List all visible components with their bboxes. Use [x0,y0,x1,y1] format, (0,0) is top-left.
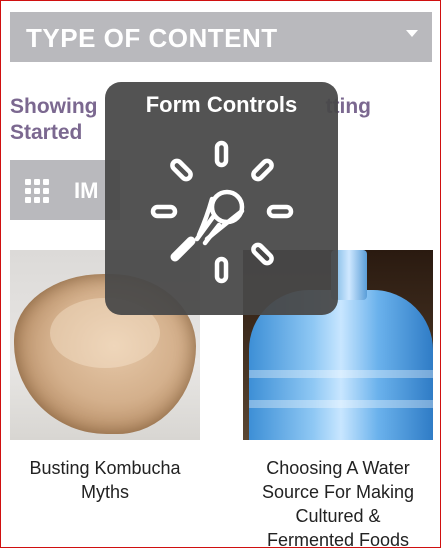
view-toggle-label: IM [74,178,99,203]
water-title-line3: Cultured & [295,506,381,526]
hud-title: Form Controls [145,92,298,117]
showing-line2: Started [10,121,83,144]
kombucha-article-title[interactable]: Busting Kombucha Myths [10,456,200,504]
grid-icon [25,179,49,203]
kombucha-title-line2: Myths [80,482,129,502]
form-controls-hud: Form Controls [105,82,338,315]
type-of-content-dropdown[interactable]: TYPE OF CONTENT [10,12,432,62]
jug-ring [249,400,433,408]
water-title-line1: Choosing A Water [266,458,410,478]
type-of-content-label: TYPE OF CONTENT [26,23,278,53]
view-toggle-button[interactable]: IM [10,160,120,220]
kombucha-title-line1: Busting Kombucha [29,458,181,478]
water-article-title[interactable]: Choosing A Water Source For Making Cultu… [243,456,433,552]
pointer-burst-icon [150,140,294,284]
jug-ring [249,370,433,378]
showing-prefix: Showing [10,95,98,118]
water-title-line4: Fermented Foods [266,530,410,550]
chevron-down-icon [406,30,418,37]
water-title-line2: Source For Making [261,482,415,502]
